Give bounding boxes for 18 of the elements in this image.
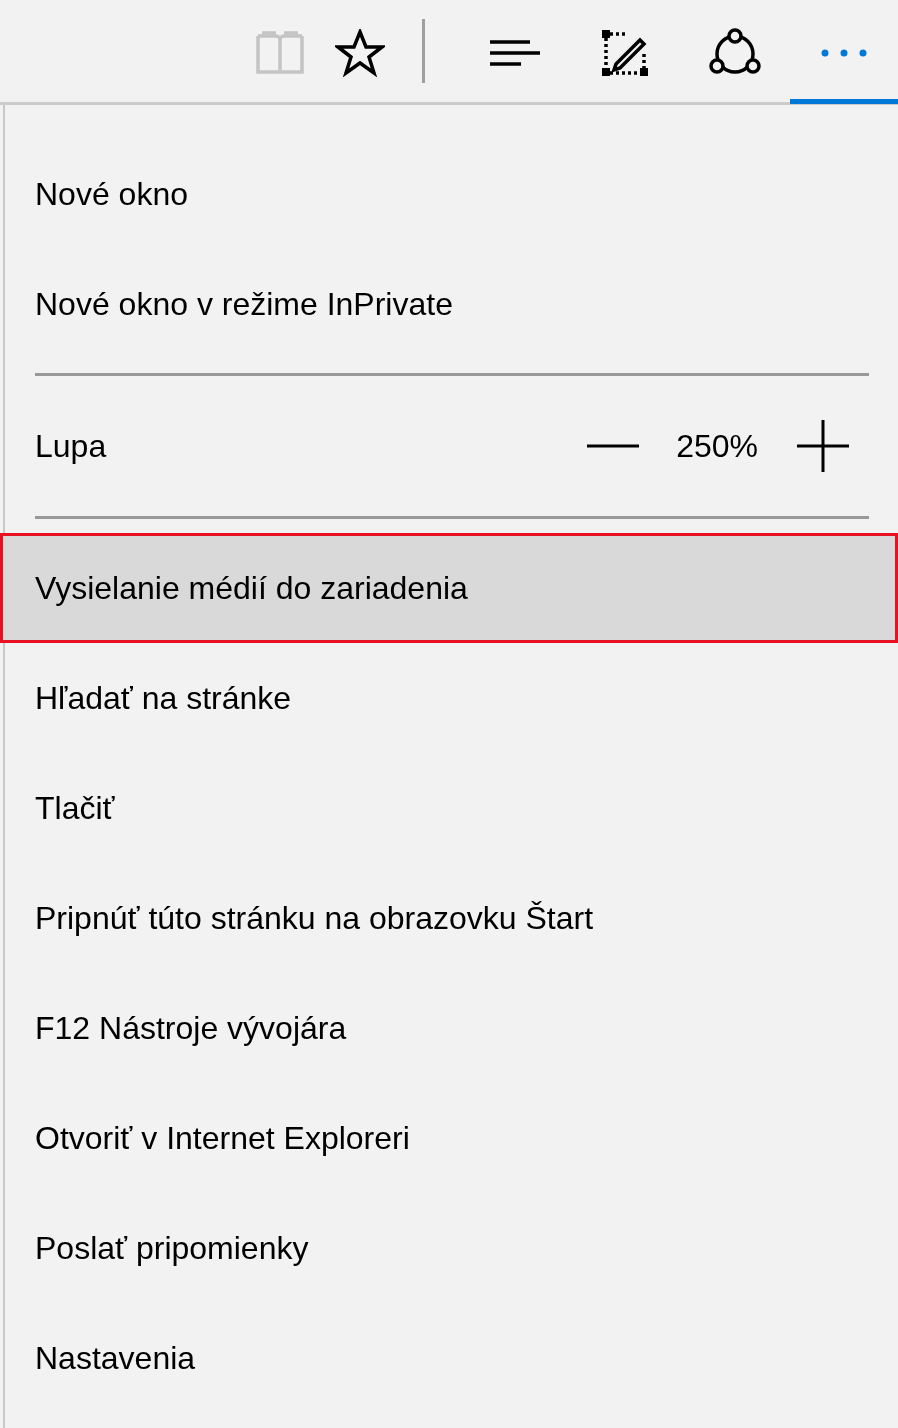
lines-icon [489, 38, 541, 67]
menu-item[interactable]: Nové okno [5, 139, 898, 249]
minus-icon [587, 444, 640, 448]
plus-icon [797, 420, 849, 472]
menu-item[interactable]: Tlačiť [5, 753, 898, 863]
menu-item[interactable]: Otvoriť v Internet Exploreri [5, 1083, 898, 1193]
more-icon [821, 48, 867, 57]
menu-item[interactable]: Hľadať na stránke [5, 643, 898, 753]
menu-item[interactable]: Pripnúť túto stránku na obrazovku Štart [5, 863, 898, 973]
zoom-level: 250% [676, 427, 758, 465]
menu-item[interactable]: Nové okno v režime InPrivate [5, 249, 898, 359]
book-icon [253, 29, 306, 76]
menu-item[interactable]: F12 Nástroje vývojára [5, 973, 898, 1083]
menu-item[interactable]: Nastavenia [5, 1303, 898, 1413]
menu-item[interactable]: Poslať pripomienky [5, 1193, 898, 1303]
menu-item[interactable]: Vysielanie médií do zariadenia [0, 533, 898, 643]
star-icon [334, 28, 385, 77]
pen-frame-icon [600, 27, 650, 78]
